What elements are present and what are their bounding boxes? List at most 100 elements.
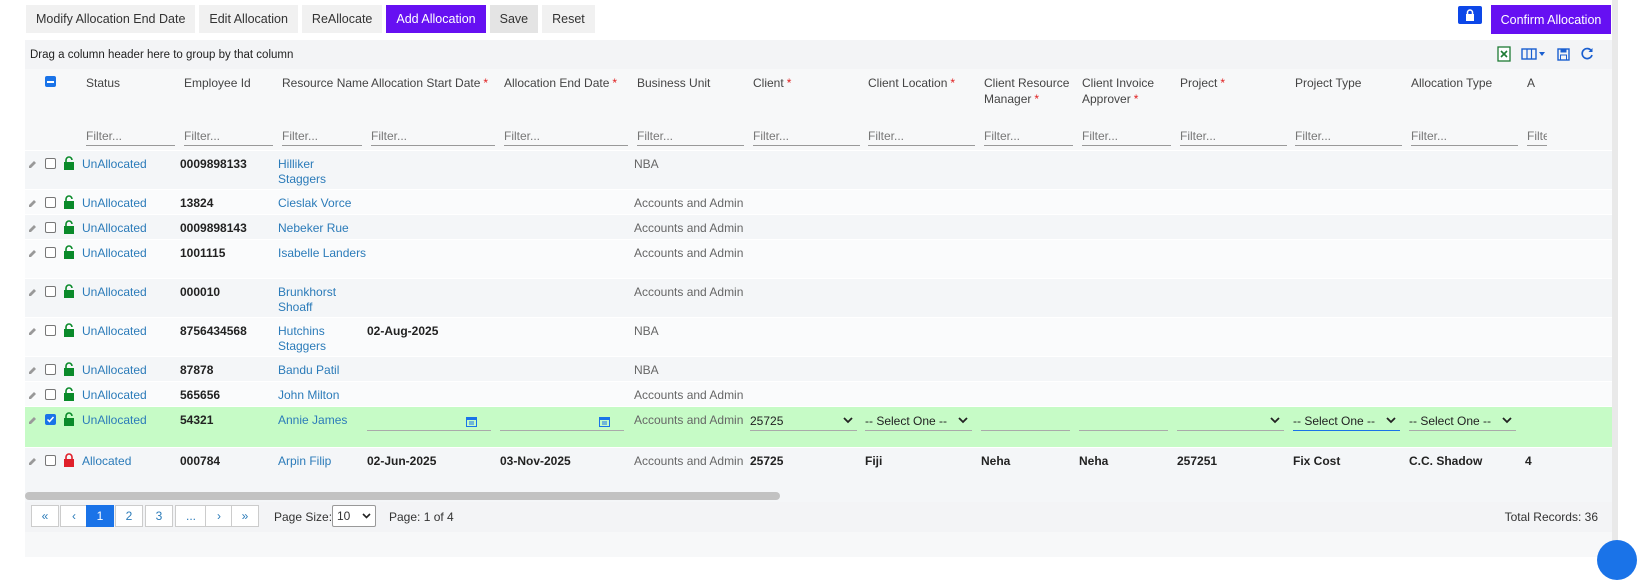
client-resource-manager-input[interactable] bbox=[981, 411, 1070, 431]
table-row[interactable]: UnAllocated 13824 Cieslak Vorce Accounts… bbox=[25, 189, 1612, 214]
header-client-resource-manager[interactable]: Client Resource Manager * bbox=[984, 75, 1074, 107]
row-checkbox[interactable] bbox=[45, 455, 56, 466]
unlocked-icon[interactable] bbox=[63, 412, 75, 426]
calendar-icon[interactable] bbox=[599, 416, 610, 427]
filter-client[interactable]: Filter... bbox=[753, 126, 860, 146]
last-page-button[interactable]: » bbox=[231, 505, 259, 527]
status-link[interactable]: UnAllocated bbox=[82, 324, 147, 339]
client-location-select[interactable]: -- Select One -- bbox=[865, 411, 972, 431]
unlocked-icon[interactable] bbox=[63, 284, 75, 298]
edit-pencil-icon[interactable] bbox=[28, 415, 38, 425]
table-row[interactable]: UnAllocated 1001115 Isabelle Landers Acc… bbox=[25, 239, 1612, 278]
client-invoice-approver-input[interactable] bbox=[1079, 411, 1168, 431]
table-row[interactable]: UnAllocated 8756434568 Hutchins Staggers … bbox=[25, 317, 1612, 356]
edit-pencil-icon[interactable] bbox=[28, 365, 38, 375]
row-checkbox[interactable] bbox=[45, 286, 56, 297]
filter-resource-name[interactable]: Filter... bbox=[282, 126, 362, 146]
unlocked-icon[interactable] bbox=[63, 387, 75, 401]
next-page-button[interactable]: › bbox=[205, 505, 233, 527]
status-link[interactable]: Allocated bbox=[82, 454, 131, 469]
filter-next-column[interactable]: Filter... bbox=[1527, 126, 1547, 146]
edit-pencil-icon[interactable] bbox=[28, 159, 38, 169]
edit-pencil-icon[interactable] bbox=[28, 287, 38, 297]
vertical-scrollbar[interactable] bbox=[1612, 0, 1618, 558]
filter-business-unit[interactable]: Filter... bbox=[637, 126, 744, 146]
table-row[interactable]: UnAllocated 000010 Brunkhorst Shoaff Acco… bbox=[25, 278, 1612, 317]
table-row[interactable]: UnAllocated 565656 John Milton Accounts … bbox=[25, 381, 1612, 406]
header-client[interactable]: Client * bbox=[753, 75, 791, 91]
allocation-start-date-input[interactable] bbox=[367, 413, 491, 431]
filter-client-location[interactable]: Filter... bbox=[868, 126, 975, 146]
page-2-button[interactable]: 2 bbox=[115, 505, 143, 527]
save-button[interactable]: Save bbox=[489, 5, 539, 33]
filter-project[interactable]: Filter... bbox=[1180, 126, 1287, 146]
resource-name[interactable]: Isabelle Landers bbox=[278, 246, 366, 261]
header-client-invoice-approver[interactable]: Client Invoice Approver * bbox=[1082, 75, 1166, 107]
row-checkbox[interactable] bbox=[45, 222, 56, 233]
header-next-column[interactable]: A bbox=[1527, 75, 1535, 91]
unlocked-icon[interactable] bbox=[63, 220, 75, 234]
filter-client-resource-manager[interactable]: Filter... bbox=[984, 126, 1073, 146]
editing-row[interactable]: UnAllocated 54321 Annie James Accounts a… bbox=[25, 406, 1612, 447]
table-row[interactable]: UnAllocated 0009898133 Hilliker Staggers … bbox=[25, 150, 1612, 189]
client-select[interactable]: 25725 bbox=[750, 411, 857, 431]
calendar-icon[interactable] bbox=[466, 416, 477, 427]
resource-name[interactable]: Brunkhorst Shoaff bbox=[278, 285, 336, 315]
header-resource-name[interactable]: Resource Name bbox=[282, 75, 369, 91]
filter-status[interactable]: Filter... bbox=[86, 126, 175, 146]
select-all-checkbox[interactable] bbox=[45, 76, 56, 87]
project-type-select[interactable]: -- Select One -- bbox=[1293, 411, 1400, 431]
edit-pencil-icon[interactable] bbox=[28, 223, 38, 233]
table-row[interactable]: UnAllocated 0009898143 Nebeker Rue Accou… bbox=[25, 214, 1612, 239]
status-link[interactable]: UnAllocated bbox=[82, 246, 147, 261]
header-allocation-end-date[interactable]: Allocation End Date * bbox=[504, 75, 617, 91]
page-size-select[interactable]: 10 bbox=[332, 505, 376, 527]
resource-name[interactable]: Hilliker Staggers bbox=[278, 157, 326, 187]
unlocked-icon[interactable] bbox=[63, 323, 75, 337]
resource-name[interactable]: Hutchins Staggers bbox=[278, 324, 326, 354]
save-layout-icon[interactable] bbox=[1557, 47, 1570, 61]
reallocate-button[interactable]: ReAllocate bbox=[301, 5, 383, 33]
filter-employee-id[interactable]: Filter... bbox=[184, 126, 273, 146]
add-allocation-button[interactable]: Add Allocation bbox=[386, 5, 486, 33]
row-checkbox[interactable] bbox=[45, 197, 56, 208]
reset-button[interactable]: Reset bbox=[542, 5, 595, 33]
edit-pencil-icon[interactable] bbox=[28, 456, 38, 466]
resource-name[interactable]: Bandu Patil bbox=[278, 363, 339, 378]
resource-name[interactable]: Arpin Filip bbox=[278, 454, 331, 469]
project-select[interactable] bbox=[1177, 411, 1284, 431]
unlocked-icon[interactable] bbox=[63, 362, 75, 376]
lock-toggle-button[interactable] bbox=[1458, 6, 1482, 24]
help-widget-button[interactable] bbox=[1597, 540, 1637, 580]
header-allocation-type[interactable]: Allocation Type bbox=[1411, 75, 1492, 91]
group-by-bar[interactable]: Drag a column header here to group by th… bbox=[25, 40, 1612, 69]
edit-allocation-button[interactable]: Edit Allocation bbox=[199, 5, 298, 33]
header-project[interactable]: Project * bbox=[1180, 75, 1225, 91]
row-checkbox[interactable] bbox=[45, 325, 56, 336]
edit-pencil-icon[interactable] bbox=[28, 198, 38, 208]
filter-allocation-end-date[interactable]: Filter... bbox=[504, 126, 628, 146]
unlocked-icon[interactable] bbox=[63, 195, 75, 209]
header-allocation-start-date[interactable]: Allocation Start Date * bbox=[371, 75, 488, 91]
locked-icon[interactable] bbox=[63, 453, 75, 467]
header-business-unit[interactable]: Business Unit bbox=[637, 75, 710, 91]
edit-pencil-icon[interactable] bbox=[28, 390, 38, 400]
edit-pencil-icon[interactable] bbox=[28, 326, 38, 336]
page-3-button[interactable]: 3 bbox=[145, 505, 173, 527]
row-checkbox[interactable] bbox=[45, 414, 56, 425]
row-checkbox[interactable] bbox=[45, 247, 56, 258]
status-link[interactable]: UnAllocated bbox=[82, 413, 147, 428]
status-link[interactable]: UnAllocated bbox=[82, 221, 147, 236]
row-checkbox[interactable] bbox=[45, 364, 56, 375]
header-client-location[interactable]: Client Location * bbox=[868, 75, 955, 91]
status-link[interactable]: UnAllocated bbox=[82, 157, 147, 172]
filter-allocation-start-date[interactable]: Filter... bbox=[371, 126, 495, 146]
confirm-allocation-button[interactable]: Confirm Allocation bbox=[1491, 5, 1611, 34]
row-checkbox[interactable] bbox=[45, 158, 56, 169]
resource-name[interactable]: Cieslak Vorce bbox=[278, 196, 351, 211]
header-employee-id[interactable]: Employee Id bbox=[184, 75, 251, 91]
resource-name[interactable]: John Milton bbox=[278, 388, 339, 403]
modify-allocation-end-date-button[interactable]: Modify Allocation End Date bbox=[26, 5, 196, 33]
header-status[interactable]: Status bbox=[86, 75, 120, 91]
resource-name[interactable]: Annie James bbox=[278, 413, 347, 428]
